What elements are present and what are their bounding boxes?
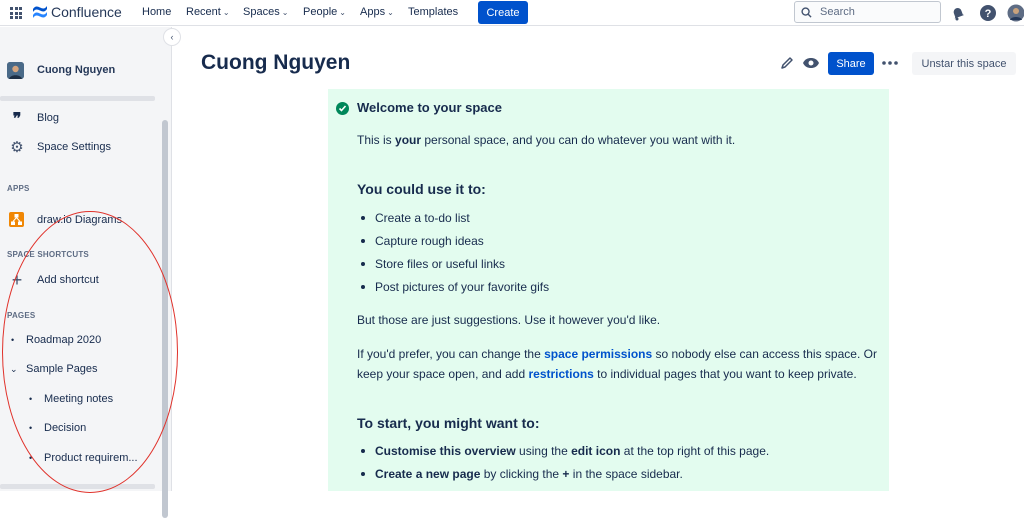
list-item: Store files or useful links — [361, 257, 505, 271]
sidebar-item-blog[interactable]: ❞ Blog — [9, 110, 59, 126]
sidebar-divider — [0, 484, 155, 489]
space-shortcuts-header: SPACE SHORTCUTS — [7, 250, 89, 259]
space-name[interactable]: Cuong Nguyen — [37, 64, 115, 76]
welcome-panel: Welcome to your space This is your perso… — [328, 89, 889, 491]
chevron-down-icon[interactable]: ⌄ — [10, 364, 18, 375]
help-icon[interactable]: ? — [979, 4, 997, 22]
restrictions-link[interactable]: restrictions — [528, 367, 593, 381]
suggestions-paragraph: But those are just suggestions. Use it h… — [357, 310, 660, 330]
unstar-space-button[interactable]: Unstar this space — [912, 52, 1016, 75]
pages-section-header: PAGES — [7, 311, 35, 320]
bullet-icon: • — [29, 394, 37, 404]
sidebar-divider — [0, 96, 155, 101]
plus-icon: + — [9, 272, 25, 288]
check-circle-icon — [336, 102, 349, 115]
nav-home[interactable]: Home — [142, 6, 171, 18]
edit-icon[interactable] — [779, 55, 795, 71]
list-item: Create a new page by clicking the + in t… — [361, 467, 683, 481]
chevron-down-icon: ⌄ — [282, 8, 289, 17]
svg-text:?: ? — [985, 8, 992, 20]
nav-apps[interactable]: Apps⌄ — [360, 6, 394, 18]
bullet-icon: • — [29, 423, 37, 433]
panel-heading: Welcome to your space — [357, 100, 502, 115]
chevron-left-icon: ‹ — [171, 32, 174, 42]
apps-section-header: APPS — [7, 184, 30, 193]
page-tree-item-sample-pages[interactable]: ⌄ Sample Pages — [10, 363, 98, 375]
share-button[interactable]: Share — [828, 52, 874, 75]
brand-name: Confluence — [51, 4, 122, 20]
notifications-icon[interactable] — [949, 4, 967, 22]
bullet-icon: • — [11, 335, 19, 345]
chevron-down-icon: ⌄ — [339, 8, 346, 17]
gear-icon: ⚙ — [9, 139, 25, 155]
intro-paragraph: This is your personal space, and you can… — [357, 130, 735, 150]
space-permissions-link[interactable]: space permissions — [544, 347, 652, 361]
bullet-icon: • — [29, 453, 37, 463]
quote-icon: ❞ — [9, 110, 25, 126]
add-shortcut-button[interactable]: + Add shortcut — [9, 272, 99, 288]
start-heading: To start, you might want to: — [357, 415, 540, 431]
chevron-down-icon: ⌄ — [387, 8, 394, 17]
watch-icon[interactable] — [802, 55, 820, 71]
permissions-paragraph: If you'd prefer, you can change the spac… — [357, 344, 877, 384]
sidebar-scrollbar[interactable] — [162, 120, 168, 518]
top-navigation: Confluence Home Recent⌄ Spaces⌄ People⌄ … — [0, 0, 1024, 26]
confluence-logo-icon — [32, 4, 48, 20]
space-avatar[interactable] — [7, 62, 24, 79]
nav-people[interactable]: People⌄ — [303, 6, 346, 18]
sidebar-item-space-settings[interactable]: ⚙ Space Settings — [9, 139, 111, 155]
profile-avatar[interactable] — [1007, 4, 1024, 22]
sidebar-item-drawio[interactable]: draw.io Diagrams — [9, 212, 122, 227]
search-placeholder: Search — [820, 6, 855, 18]
drawio-icon — [9, 212, 24, 227]
page-title: Cuong Nguyen — [201, 51, 350, 75]
create-button[interactable]: Create — [478, 1, 528, 24]
confluence-logo[interactable]: Confluence — [32, 4, 122, 20]
collapse-sidebar-button[interactable]: ‹ — [163, 28, 181, 46]
nav-templates[interactable]: Templates — [408, 6, 458, 18]
more-options-icon[interactable] — [882, 61, 898, 65]
page-tree-item-roadmap[interactable]: • Roadmap 2020 — [11, 334, 101, 346]
chevron-down-icon: ⌄ — [223, 8, 230, 17]
use-heading: You could use it to: — [357, 181, 486, 197]
list-item: Customise this overview using the edit i… — [361, 444, 769, 458]
page-tree-item-decision[interactable]: • Decision — [29, 422, 86, 434]
list-item: Capture rough ideas — [361, 234, 484, 248]
search-icon — [801, 7, 812, 18]
page-tree-item-meeting-notes[interactable]: • Meeting notes — [29, 393, 113, 405]
list-item: Post pictures of your favorite gifs — [361, 280, 549, 294]
search-input[interactable]: Search — [794, 1, 941, 23]
app-switcher-icon[interactable] — [10, 7, 22, 19]
space-sidebar: Cuong Nguyen ❞ Blog ⚙ Space Settings APP… — [0, 27, 172, 491]
list-item: Create a to-do list — [361, 211, 470, 225]
page-tree-item-product-requirements[interactable]: • Product requirem... — [29, 452, 138, 464]
nav-spaces[interactable]: Spaces⌄ — [243, 6, 288, 18]
nav-recent[interactable]: Recent⌄ — [186, 6, 230, 18]
